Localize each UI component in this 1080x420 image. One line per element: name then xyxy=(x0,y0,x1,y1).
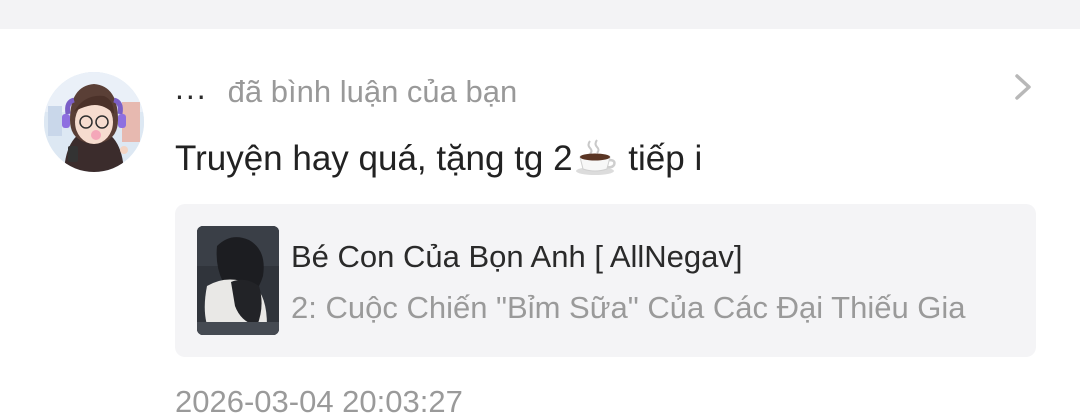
chevron-right-icon[interactable] xyxy=(1010,72,1036,102)
notification-header: ... đã bình luận của bạn xyxy=(175,72,517,112)
coffee-cup-icon xyxy=(575,138,617,185)
story-reference-card[interactable]: Bé Con Của Bọn Anh [ AllNegav] 2: Cuộc C… xyxy=(175,204,1036,357)
comment-text-part: Truyện hay quá, tặng tg 2 xyxy=(175,139,573,178)
story-title: Bé Con Của Bọn Anh [ AllNegav] xyxy=(291,239,743,274)
avatar-illustration xyxy=(44,72,144,172)
chapter-title: 2: Cuộc Chiến "Bỉm Sữa" Của Các Đại Thiế… xyxy=(291,290,966,325)
user-avatar[interactable] xyxy=(44,72,144,172)
comment-timestamp: 2026-03-04 20:03:27 xyxy=(175,384,463,419)
story-cover-image xyxy=(197,226,279,335)
comment-text-part: tiếp i xyxy=(618,139,703,178)
comment-text: Truyện hay quá, tặng tg 2 tiếp i xyxy=(175,138,702,185)
top-separator-band xyxy=(0,0,1080,29)
username[interactable]: ... xyxy=(175,72,208,104)
action-text: đã bình luận của bạn xyxy=(227,74,518,109)
